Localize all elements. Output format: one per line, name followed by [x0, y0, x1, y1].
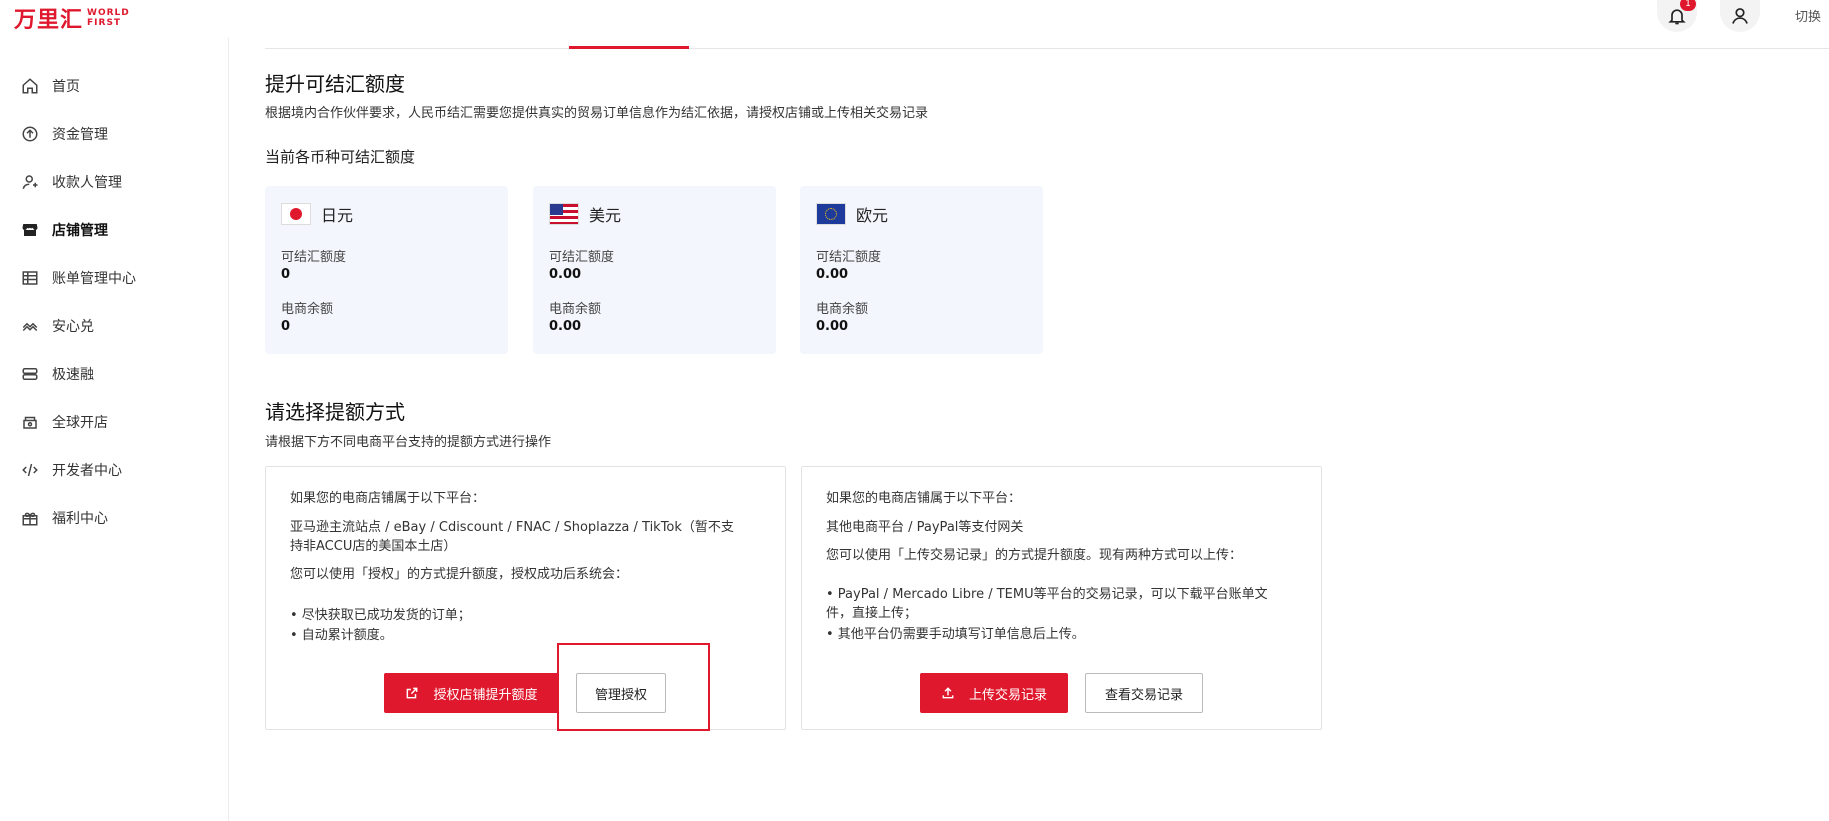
- main-content: 提升可结汇额度 根据境内合作伙伴要求，人民币结汇需要您提供真实的贸易订单信息作为…: [229, 38, 1829, 821]
- panel-description: 您可以使用「授权」的方式提升额度，授权成功后系统会：: [290, 567, 629, 582]
- top-header: 万里汇 WORLD FIRST 1 切换: [0, 0, 1829, 38]
- panel-bullet-line1: • PayPal / Mercado Libre / TEMU等平台的交易记录，…: [826, 587, 1268, 602]
- view-records-button[interactable]: 查看交易记录: [1085, 673, 1203, 713]
- exchange-icon: [20, 316, 40, 336]
- external-link-icon: [405, 686, 419, 700]
- quota-value: 0.00: [549, 267, 582, 282]
- authorize-store-button[interactable]: 授权店铺提升额度: [384, 673, 559, 713]
- sidebar-item-label: 开发者中心: [52, 463, 122, 479]
- page-subtitle: 根据境内合作伙伴要求，人民币结汇需要您提供真实的贸易订单信息作为结汇依据，请授权…: [265, 106, 929, 121]
- fund-icon: [20, 124, 40, 144]
- method-section-subtitle: 请根据下方不同电商平台支持的提额方式进行操作: [265, 435, 552, 450]
- panel-bullet: • 尽快获取已成功发货的订单；: [290, 608, 471, 623]
- sidebar-item-label: 安心兑: [52, 319, 94, 335]
- sidebar-item-label: 资金管理: [52, 127, 108, 143]
- panel-bullet-line2: 件，直接上传；: [826, 606, 918, 621]
- sidebar-item-funds[interactable]: 资金管理: [20, 122, 108, 146]
- sidebar-item-benefits[interactable]: 福利中心: [20, 506, 108, 530]
- currency-header: 美元: [549, 202, 621, 226]
- panel-description: 您可以使用「上传交易记录」的方式提升额度。现有两种方式可以上传：: [826, 548, 1243, 563]
- platform-list-line1: 亚马逊主流站点 / eBay / Cdiscount / FNAC / Shop…: [290, 520, 734, 535]
- quota-value: 0: [281, 267, 291, 282]
- balance-label: 电商余额: [281, 302, 334, 317]
- sidebar-item-stores[interactable]: 店铺管理: [20, 218, 108, 242]
- active-tab-indicator: [569, 46, 689, 49]
- sidebar-item-label: 首页: [52, 79, 80, 95]
- balance-value: 0.00: [549, 319, 582, 334]
- authorize-store-button-label: 授权店铺提升额度: [433, 687, 538, 703]
- currency-card-eur: 欧元 可结汇额度 0.00 电商余额 0.00: [800, 186, 1043, 354]
- upload-records-button-label: 上传交易记录: [968, 687, 1047, 703]
- currency-name: 日元: [321, 206, 354, 225]
- upload-records-button[interactable]: 上传交易记录: [920, 673, 1068, 713]
- jp-flag-icon: [281, 203, 311, 225]
- platform-list-line2: 持非ACCU店的美国本土店）: [290, 539, 457, 554]
- sidebar-item-finance[interactable]: 极速融: [20, 362, 94, 386]
- logo-en: WORLD FIRST: [87, 8, 130, 28]
- panel-bullet: • 其他平台仍需要手动填写订单信息后上传。: [826, 627, 1085, 642]
- notification-button[interactable]: 1: [1657, 0, 1697, 32]
- logo[interactable]: 万里汇 WORLD FIRST: [14, 2, 130, 34]
- highlight-box: [557, 643, 710, 731]
- sidebar-item-label: 收款人管理: [52, 175, 122, 191]
- sidebar-item-developer[interactable]: 开发者中心: [20, 458, 122, 482]
- sidebar-item-label: 全球开店: [52, 415, 108, 431]
- panel-intro: 如果您的电商店铺属于以下平台：: [290, 491, 486, 506]
- sidebar-item-label: 店铺管理: [52, 223, 108, 239]
- finance-icon: [20, 364, 40, 384]
- balance-label: 电商余额: [816, 302, 869, 317]
- method-section-title: 请选择提额方式: [265, 400, 405, 424]
- store-icon: [20, 220, 40, 240]
- sidebar-item-bills[interactable]: 账单管理中心: [20, 266, 136, 290]
- currency-header: 日元: [281, 202, 353, 226]
- panel-intro: 如果您的电商店铺属于以下平台：: [826, 491, 1022, 506]
- sidebar-item-label: 账单管理中心: [52, 271, 136, 287]
- upload-icon: [941, 686, 955, 700]
- balance-value: 0: [281, 319, 291, 334]
- sidebar: 首页 资金管理 收款人管理 店铺管理 账单管理中心 安心兑 极速融 全球开店 开…: [0, 38, 229, 821]
- shop-icon: [20, 412, 40, 432]
- gift-icon: [20, 508, 40, 528]
- sidebar-item-payees[interactable]: 收款人管理: [20, 170, 122, 194]
- currency-name: 欧元: [856, 206, 889, 225]
- balance-value: 0.00: [816, 319, 849, 334]
- user-button[interactable]: [1720, 0, 1760, 32]
- balance-label: 电商余额: [549, 302, 602, 317]
- view-records-button-label: 查看交易记录: [1104, 687, 1183, 703]
- developer-icon: [20, 460, 40, 480]
- eu-flag-icon: [816, 203, 846, 225]
- logo-en-line1: WORLD: [87, 8, 130, 18]
- page-title: 提升可结汇额度: [265, 72, 405, 96]
- sidebar-item-global-shop[interactable]: 全球开店: [20, 410, 108, 434]
- currency-card-jpy: 日元 可结汇额度 0 电商余额 0: [265, 186, 508, 354]
- platform-list: 其他电商平台 / PayPal等支付网关: [826, 520, 1024, 535]
- quota-value: 0.00: [816, 267, 849, 282]
- quota-label: 可结汇额度: [281, 250, 347, 265]
- home-icon: [20, 76, 40, 96]
- currency-header: 欧元: [816, 202, 888, 226]
- tab-divider: [265, 48, 1829, 49]
- currency-card-usd: 美元 可结汇额度 0.00 电商余额 0.00: [533, 186, 776, 354]
- currency-section-title: 当前各币种可结汇额度: [265, 148, 416, 166]
- logo-en-line2: FIRST: [87, 18, 122, 28]
- panel-bullet: • 自动累计额度。: [290, 628, 393, 643]
- quota-label: 可结汇额度: [816, 250, 882, 265]
- currency-name: 美元: [589, 206, 622, 225]
- switch-account-link[interactable]: 切换: [1795, 6, 1821, 25]
- quota-label: 可结汇额度: [549, 250, 615, 265]
- upload-panel: 如果您的电商店铺属于以下平台： 其他电商平台 / PayPal等支付网关 您可以…: [801, 466, 1322, 730]
- us-flag-icon: [549, 203, 579, 225]
- bill-icon: [20, 268, 40, 288]
- user-icon: [1732, 8, 1748, 24]
- sidebar-item-label: 极速融: [52, 367, 94, 383]
- notification-badge: 1: [1680, 0, 1696, 11]
- sidebar-item-exchange[interactable]: 安心兑: [20, 314, 94, 338]
- payee-icon: [20, 172, 40, 192]
- logo-cn: 万里汇: [14, 8, 84, 33]
- sidebar-item-label: 福利中心: [52, 511, 108, 527]
- sidebar-item-home[interactable]: 首页: [20, 74, 80, 98]
